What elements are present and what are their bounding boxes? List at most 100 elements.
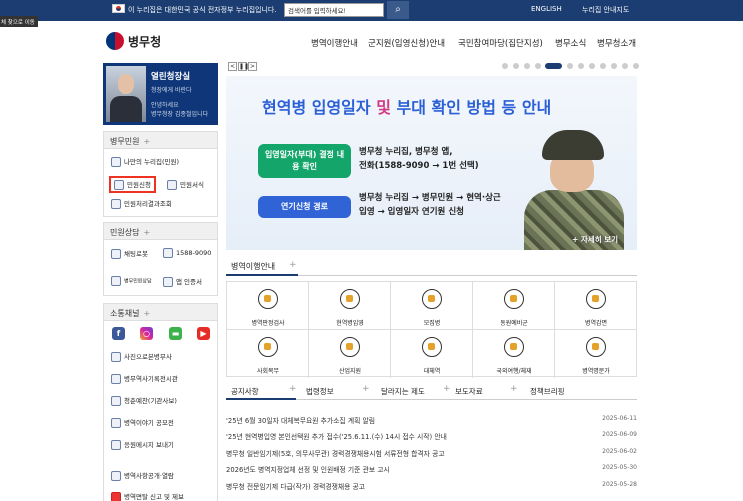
- banner-dot[interactable]: [578, 63, 584, 69]
- social-link-5[interactable]: 응원메시지 보내기: [111, 439, 174, 450]
- plus-icon[interactable]: +: [143, 228, 150, 237]
- chief-link[interactable]: 청장에게 바란다: [151, 85, 192, 94]
- civil-consult-link[interactable]: 병무민원상담: [111, 276, 152, 286]
- social-link-4[interactable]: 병역이야기 공모전: [111, 417, 174, 428]
- chatbot-link[interactable]: 채팅로봇: [111, 248, 148, 259]
- main-banner[interactable]: 현역병 입영일자 및 부대 확인 방법 등 안내 입영일자(부대) 결정 내용 …: [226, 76, 637, 250]
- site-guide-link[interactable]: 누리집 안내지도: [582, 5, 629, 15]
- gov-notice[interactable]: 이 누리집은 대한민국 공식 전자정부 누리집입니다.: [128, 5, 277, 15]
- social-link-6[interactable]: 병역사항공개·열람: [111, 470, 174, 481]
- search-icon: ⌕: [395, 4, 401, 15]
- nav-about[interactable]: 병무청소개: [597, 37, 636, 49]
- korea-flag-icon: [112, 4, 125, 13]
- banner-dot[interactable]: [622, 63, 628, 69]
- banner-dot[interactable]: [600, 63, 606, 69]
- plus-icon[interactable]: +: [143, 309, 150, 318]
- nav-duty-guide[interactable]: 병역이행안내: [311, 37, 358, 49]
- emblem-icon: [258, 337, 278, 357]
- skip-link[interactable]: 체 찾으로 이동: [0, 16, 38, 27]
- plus-icon[interactable]: +: [362, 384, 370, 394]
- form-icon: [167, 180, 177, 190]
- talk-icon[interactable]: ▬: [169, 327, 182, 340]
- tab-briefing[interactable]: 정책브리핑: [530, 386, 565, 397]
- duty-grid: 병역판정검사 현역병입영 모집병 동원예비군 병역감면 사회복무 산업지원 대체…: [226, 281, 637, 378]
- app-cert-link[interactable]: 앱 인증서: [163, 276, 202, 287]
- banner-dot[interactable]: [535, 63, 541, 69]
- phone-link[interactable]: 1588-9090: [163, 248, 211, 258]
- museum-icon: [111, 374, 121, 384]
- chief-name: 병무청장 김종철입니다: [151, 111, 209, 118]
- list-item[interactable]: '25년 현역병입영 본인선택원 추가 접수('25.6.11.(수) 14시 …: [226, 431, 637, 443]
- duty-item-reduction[interactable]: 병역감면: [555, 282, 637, 330]
- search-button[interactable]: ⌕: [387, 1, 409, 19]
- duty-item-industry[interactable]: 산업지원: [309, 330, 391, 378]
- banner-text-2b: 입영 → 입영일자 연기원 신청: [359, 207, 464, 217]
- list-item[interactable]: 2026년도 병역지정업체 선정 및 인원배정 기준 관보 고시 2025-05-…: [226, 464, 637, 476]
- civil-forms-link[interactable]: 민원서식: [167, 179, 204, 190]
- list-item[interactable]: 병무청 전문임기제 다급(작가) 경력경쟁채용 공고 2025-05-28: [226, 481, 637, 493]
- banner-text-1b: 전화(1588-9090 → 1번 선택): [359, 161, 479, 171]
- youtube-icon[interactable]: ▶: [197, 327, 210, 340]
- tab-changes[interactable]: 달라지는 제도: [381, 386, 425, 397]
- banner-dot[interactable]: [633, 63, 639, 69]
- duty-item-active[interactable]: 현역병입영: [309, 282, 391, 330]
- chief-office-box[interactable]: 열린청장실 청장에게 바란다 안녕하세요 병무청장 김종철입니다: [103, 63, 218, 125]
- consult-title: 민원상담: [110, 228, 140, 237]
- banner-dot[interactable]: [524, 63, 530, 69]
- duty-item-family[interactable]: 병역명문가: [555, 330, 637, 378]
- tab-press[interactable]: 보도자료: [455, 386, 483, 397]
- banner-dot[interactable]: [567, 63, 573, 69]
- english-link[interactable]: ENGLISH: [531, 5, 562, 13]
- banner-prev-button[interactable]: <: [228, 62, 237, 71]
- chief-title: 열린청장실: [151, 72, 191, 82]
- logo-emblem-icon[interactable]: [106, 32, 124, 50]
- duty-item-travel[interactable]: 국외여행/체재: [473, 330, 555, 378]
- banner-dot[interactable]: [502, 63, 508, 69]
- uniform-icon: [340, 289, 360, 309]
- banner-more-link[interactable]: + 자세히 보기: [572, 234, 618, 245]
- duty-item-reserve[interactable]: 동원예비군: [473, 282, 555, 330]
- banner-pause-button[interactable]: ❚❚: [238, 62, 249, 71]
- duty-section-title[interactable]: 병역이행안내: [231, 261, 275, 272]
- civil-result-link[interactable]: 민원처리결과조회: [111, 198, 172, 209]
- banner-dot[interactable]: [611, 63, 617, 69]
- civil-title: 병무민원: [110, 137, 140, 146]
- alert-icon: [111, 492, 121, 501]
- gear-icon: [340, 337, 360, 357]
- banner-title: 현역병 입영일자 및 부대 확인 방법 등 안내: [262, 98, 552, 117]
- duty-item-alternative[interactable]: 대체역: [391, 330, 473, 378]
- plus-icon[interactable]: +: [443, 384, 451, 394]
- banner-next-button[interactable]: >: [248, 62, 257, 71]
- plus-icon[interactable]: +: [143, 137, 150, 146]
- social-link-3[interactable]: 청춘예찬(기관사보): [111, 395, 177, 406]
- banner-dot[interactable]: [589, 63, 595, 69]
- banner-dot-active[interactable]: [545, 63, 562, 69]
- list-item[interactable]: '25년 6월 30일자 대체복무요원 추가소집 계획 알림 2025-06-11: [226, 415, 637, 427]
- nav-news[interactable]: 병무소식: [555, 37, 586, 49]
- airplane-icon: [504, 337, 524, 357]
- instagram-icon[interactable]: ○: [140, 327, 153, 340]
- nav-enlist-guide[interactable]: 군지원(입영신청)안내: [368, 37, 445, 49]
- top-utility-bar: 이 누리집은 대한민국 공식 전자정부 누리집입니다. ⌕ ENGLISH 누리…: [0, 0, 743, 21]
- tab-law[interactable]: 법령정보: [306, 386, 334, 397]
- civil-apply-link[interactable]: 민원신청: [109, 176, 156, 193]
- logo-text[interactable]: 병무청: [128, 33, 161, 50]
- list-item[interactable]: 병무청 일반임기제(5호, 의무사무관) 경력경쟁채용시험 서류전형 합격자 공…: [226, 448, 637, 460]
- search-input[interactable]: [284, 3, 384, 17]
- plus-icon[interactable]: +: [510, 384, 518, 394]
- duty-item-social[interactable]: 사회복무: [227, 330, 309, 378]
- plus-icon[interactable]: +: [289, 260, 297, 270]
- chief-greeting: 안녕하세요: [151, 102, 179, 109]
- nav-participation[interactable]: 국민참여마당(집단지성): [458, 37, 543, 49]
- social-link-7[interactable]: 병역면탈 신고 및 제보: [111, 491, 184, 501]
- phone-icon: [163, 248, 173, 258]
- plus-icon[interactable]: +: [289, 384, 297, 394]
- duty-item-recruit[interactable]: 모집병: [391, 282, 473, 330]
- social-link-1[interactable]: 사진으로본병무사: [111, 351, 172, 362]
- facebook-icon[interactable]: f: [112, 327, 125, 340]
- my-site-link[interactable]: 나만의 누리집(민원): [111, 156, 179, 167]
- duty-item-exam[interactable]: 병역판정검사: [227, 282, 309, 330]
- tab-notice[interactable]: 공지사항: [231, 386, 259, 397]
- banner-dot[interactable]: [513, 63, 519, 69]
- social-link-2[interactable]: 병무역사기록전시관: [111, 373, 178, 384]
